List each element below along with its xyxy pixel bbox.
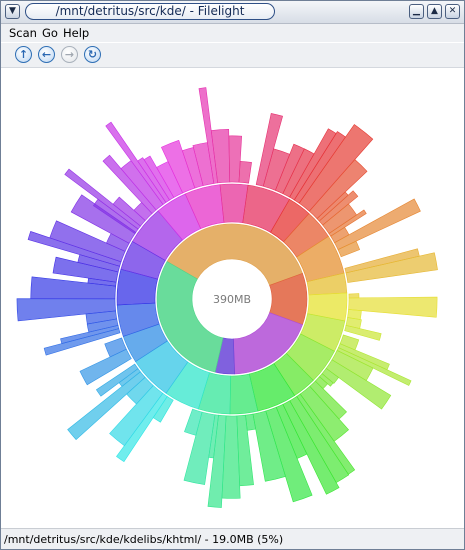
- menu-go[interactable]: Go: [42, 26, 58, 40]
- close-icon[interactable]: ✕: [445, 4, 460, 19]
- outer-ring-segment[interactable]: [348, 296, 438, 318]
- forward-arrow-icon: →: [61, 46, 78, 63]
- center-size-label: 390MB: [213, 293, 251, 306]
- maximize-icon[interactable]: ▲: [427, 4, 442, 19]
- title-bar[interactable]: ▼ /mnt/detritus/src/kde/ - Filelight ▁ ▲…: [1, 1, 464, 24]
- radial-disk-map[interactable]: 390MB: [1, 68, 464, 528]
- back-arrow-icon[interactable]: ←: [38, 46, 55, 63]
- menu-bar: Scan Go Help: [1, 24, 464, 42]
- outer-ring-segment[interactable]: [348, 293, 360, 299]
- window-title: /mnt/detritus/src/kde/ - Filelight: [25, 3, 275, 20]
- toolbar: ↑ ← → ↻: [1, 43, 464, 68]
- radial-map-canvas[interactable]: 390MB: [1, 68, 464, 528]
- menu-help[interactable]: Help: [63, 26, 89, 40]
- down-arrow-icon[interactable]: ▼: [5, 4, 20, 19]
- up-arrow-icon[interactable]: ↑: [15, 46, 32, 63]
- refresh-icon[interactable]: ↻: [84, 46, 101, 63]
- status-bar: /mnt/detritus/src/kde/kdelibs/khtml/ - 1…: [1, 528, 464, 549]
- status-text: /mnt/detritus/src/kde/kdelibs/khtml/ - 1…: [4, 533, 284, 546]
- outer-ring-segment[interactable]: [238, 161, 252, 184]
- filelight-window: ▼ /mnt/detritus/src/kde/ - Filelight ▁ ▲…: [0, 0, 465, 550]
- menu-scan[interactable]: Scan: [9, 26, 37, 40]
- minimize-icon[interactable]: ▁: [409, 4, 424, 19]
